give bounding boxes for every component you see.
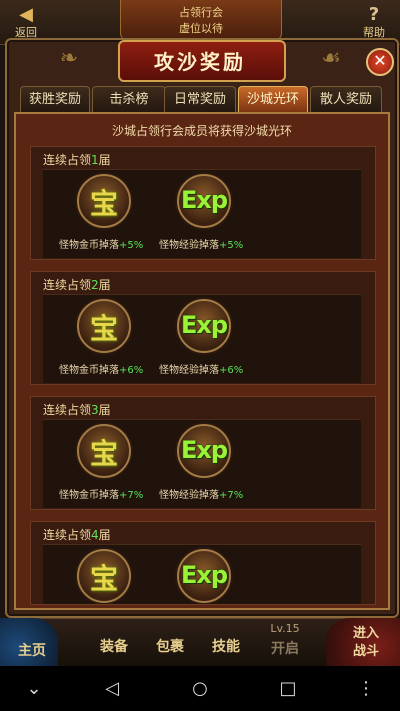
exp-bonus-icon: Exp bbox=[177, 174, 231, 228]
gold-bonus-icon: 宝 bbox=[77, 174, 131, 228]
tier-icon-row: 宝 Exp bbox=[43, 544, 361, 604]
content-subtitle: 沙城占领行会成员将获得沙城光环 bbox=[111, 124, 292, 138]
help-button[interactable]: ? 帮助 bbox=[354, 6, 394, 40]
exp-bonus-icon: Exp bbox=[177, 424, 231, 478]
back-triangle-icon[interactable]: ◁ bbox=[92, 666, 132, 711]
reward-tier-3: 连续占领3届 宝 怪物金币掉落+7% Exp 怪物经验掉落+7% bbox=[30, 396, 376, 510]
exp-bonus-icon: Exp bbox=[177, 299, 231, 353]
exp-bonus-caption: 怪物经验掉落+5% bbox=[159, 240, 244, 251]
nav-locked-label: 开启 bbox=[271, 641, 299, 657]
dragon-ornament-right-icon: ☙ bbox=[321, 46, 341, 71]
back-arrow-icon: ◀ bbox=[19, 4, 33, 25]
reward-tier-4: 连续占领4届 宝 Exp bbox=[30, 521, 376, 605]
gold-bonus-caption: 怪物金币掉落+7% bbox=[59, 490, 144, 501]
tab-daily-reward[interactable]: 日常奖励 bbox=[164, 86, 236, 113]
nav-skill[interactable]: 技能 bbox=[204, 636, 248, 656]
dialog-title: 攻沙奖励 bbox=[154, 50, 246, 74]
enter-battle-line2[interactable]: 战斗 bbox=[336, 640, 396, 659]
guild-status-line1: 占领行会 bbox=[179, 6, 223, 19]
gold-bonus-icon: 宝 bbox=[77, 424, 131, 478]
tab-solo-reward[interactable]: 散人奖励 bbox=[310, 86, 382, 113]
reward-tier-1: 连续占领1届 宝 怪物金币掉落+5% Exp 怪物经验掉落+5% bbox=[30, 146, 376, 260]
question-icon: ? bbox=[368, 4, 380, 25]
home-circle-icon[interactable]: ○ bbox=[180, 666, 220, 711]
tab-victory-reward[interactable]: 获胜奖励 bbox=[20, 86, 90, 113]
back-button[interactable]: ◀ 返回 bbox=[6, 6, 46, 40]
tier-label: 连续占领2届 bbox=[43, 278, 111, 292]
reward-tier-2: 连续占领2届 宝 怪物金币掉落+6% Exp 怪物经验掉落+6% bbox=[30, 271, 376, 385]
gold-bonus-caption: 怪物金币掉落+6% bbox=[59, 365, 144, 376]
guild-status-line2: 虚位以待 bbox=[179, 22, 223, 35]
tab-castle-aura[interactable]: 沙城光环 bbox=[238, 86, 308, 113]
tier-label: 连续占领3届 bbox=[43, 403, 111, 417]
tier-icon-row: 宝 怪物金币掉落+7% Exp 怪物经验掉落+7% bbox=[43, 419, 361, 508]
enter-battle-line1[interactable]: 进入 bbox=[336, 622, 396, 641]
tier-icon-row: 宝 怪物金币掉落+6% Exp 怪物经验掉落+6% bbox=[43, 294, 361, 383]
exp-bonus-icon: Exp bbox=[177, 549, 231, 603]
exp-bonus-caption: 怪物经验掉落+7% bbox=[159, 490, 244, 501]
close-button[interactable]: ✕ bbox=[366, 48, 394, 76]
dragon-ornament-left-icon: ❧ bbox=[59, 46, 79, 71]
nav-bag[interactable]: 包裹 bbox=[148, 636, 192, 656]
more-dots-icon[interactable]: ⋮ bbox=[346, 666, 386, 711]
tab-kill-ranking[interactable]: 击杀榜 bbox=[92, 86, 166, 113]
gold-bonus-icon: 宝 bbox=[77, 299, 131, 353]
gold-bonus-caption: 怪物金币掉落+5% bbox=[59, 240, 144, 251]
tier-label: 连续占领4届 bbox=[43, 528, 111, 542]
gold-bonus-icon: 宝 bbox=[77, 549, 131, 603]
nav-home-label[interactable]: 主页 bbox=[10, 640, 54, 660]
tier-icon-row: 宝 怪物金币掉落+5% Exp 怪物经验掉落+5% bbox=[43, 169, 361, 258]
tier-label: 连续占领1届 bbox=[43, 153, 111, 167]
nav-locked-level: Lv.15 bbox=[270, 622, 300, 635]
nav-equip[interactable]: 装备 bbox=[92, 636, 136, 656]
guild-status-plate: 占领行会 虚位以待 bbox=[120, 0, 282, 41]
chevron-down-icon[interactable]: ⌄ bbox=[14, 666, 54, 711]
exp-bonus-caption: 怪物经验掉落+6% bbox=[159, 365, 244, 376]
recents-square-icon[interactable]: □ bbox=[268, 666, 308, 711]
